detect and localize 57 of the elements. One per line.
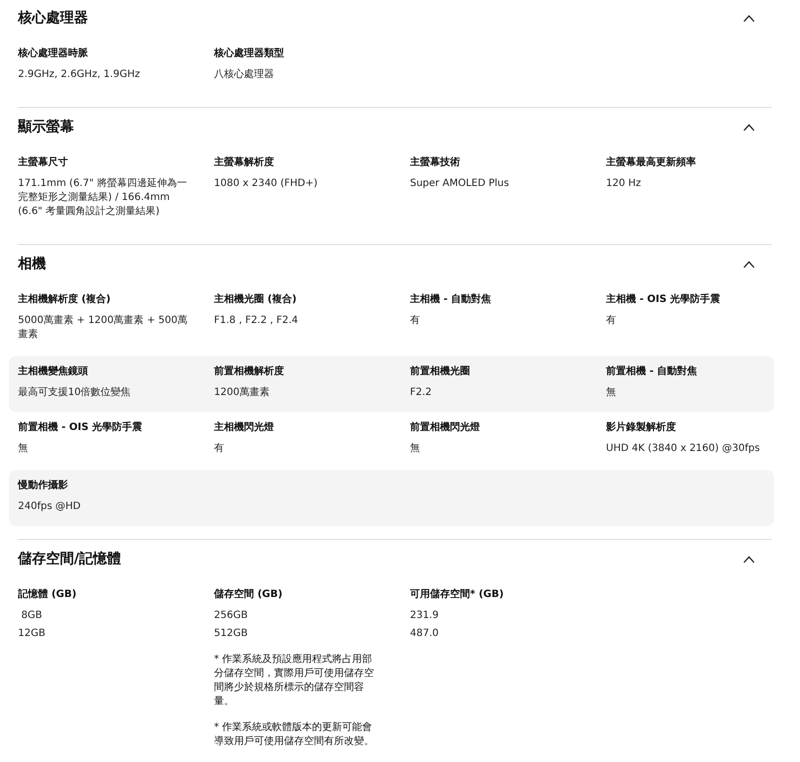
section-title: 核心處理器 [18,9,88,27]
spec-value: 12GB [18,627,46,641]
section-title: 儲存空間/記憶體 [18,550,122,568]
spec-value: 有 [214,442,225,456]
spec-value: 487.0 [410,627,440,641]
spec-value: UHD 4K (3840 x 2160) @30fps [606,442,761,456]
spec-label: 儲存空間 (GB) [214,588,284,602]
spec-value: 231.9 [410,609,440,623]
spec-label: 主相機 - 自動對焦 [410,293,492,307]
spec-value: 1080 x 2340 (FHD+) [214,177,319,191]
spec-label: 主相機 - OIS 光學防手震 [606,293,722,307]
spec-value: 2.9GHz, 2.6GHz, 1.9GHz [18,68,141,82]
spec-value: 256GB [214,609,249,623]
spec-label: 主相機解析度 (複合) [18,293,112,307]
spec-label: 前置相機光圈 [410,365,471,379]
spec-label: 主相機閃光燈 [214,421,275,435]
chevron-up-icon[interactable] [743,260,755,268]
footnote: * 作業系統及預設應用程式將占用部分儲存空間，實際用戶可使用儲存空間將少於規格所標示的儲存空間容量。 [214,653,375,709]
spec-label: 主螢幕技術 [410,156,461,170]
spec-value: 512GB [214,627,249,641]
spec-value: 最高可支援10倍數位變焦 [18,386,132,400]
chevron-up-icon[interactable] [743,14,755,22]
chevron-up-icon[interactable] [743,556,755,562]
spec-value: 無 [18,442,29,456]
spec-value: 無 [410,442,421,456]
spec-label: 主螢幕最高更新頻率 [606,156,697,170]
spec-value: 5000萬畫素 + 1200萬畫素 + 500萬畫素 [18,314,188,342]
spec-label: 核心處理器類型 [214,47,285,61]
spec-value: 八核心處理器 [214,68,275,82]
spec-label: 主相機光圈 (複合) [214,293,298,307]
spec-value: Super AMOLED Plus [410,177,510,191]
spec-label: 前置相機 - 自動對焦 [606,365,698,379]
spec-value: 120 Hz [606,177,642,191]
spec-value: 有 [410,314,421,328]
spec-value: F2.2 [410,386,433,400]
section-title: 顯示螢幕 [18,118,74,136]
spec-value: 1200萬畫素 [214,386,270,400]
spec-label: 主相機變焦鏡頭 [18,365,89,379]
footnote: * 作業系統或軟體版本的更新可能會導致用戶可使用儲存空間有所改變。 [214,721,375,749]
spec-label: 前置相機 - OIS 光學防手震 [18,421,144,435]
spec-value: 無 [606,386,617,400]
spec-label: 前置相機閃光燈 [410,421,481,435]
spec-label: 慢動作攝影 [18,479,69,493]
spec-label: 主螢幕尺寸 [18,156,69,170]
spec-value: 171.1mm (6.7" 將螢幕四邊延伸為一完整矩形之測量結果) / 166.4mm (6.6" 考量圓角設計之測量結果) [18,177,188,219]
chevron-up-icon[interactable] [743,124,755,130]
spec-label: 可用儲存空間* (GB) [410,588,505,602]
spec-label: 記憶體 (GB) [18,588,78,602]
spec-value: 240fps @HD [18,500,82,514]
spec-value: 8GB [20,609,44,623]
section-title: 相機 [18,255,46,273]
spec-label: 核心處理器時脈 [18,47,89,61]
spec-value: F1.8 , F2.2 , F2.4 [214,314,300,328]
spec-label: 前置相機解析度 [214,365,285,379]
spec-label: 主螢幕解析度 [214,156,275,170]
spec-value: 有 [606,314,617,328]
spec-label: 影片錄製解析度 [606,421,677,435]
